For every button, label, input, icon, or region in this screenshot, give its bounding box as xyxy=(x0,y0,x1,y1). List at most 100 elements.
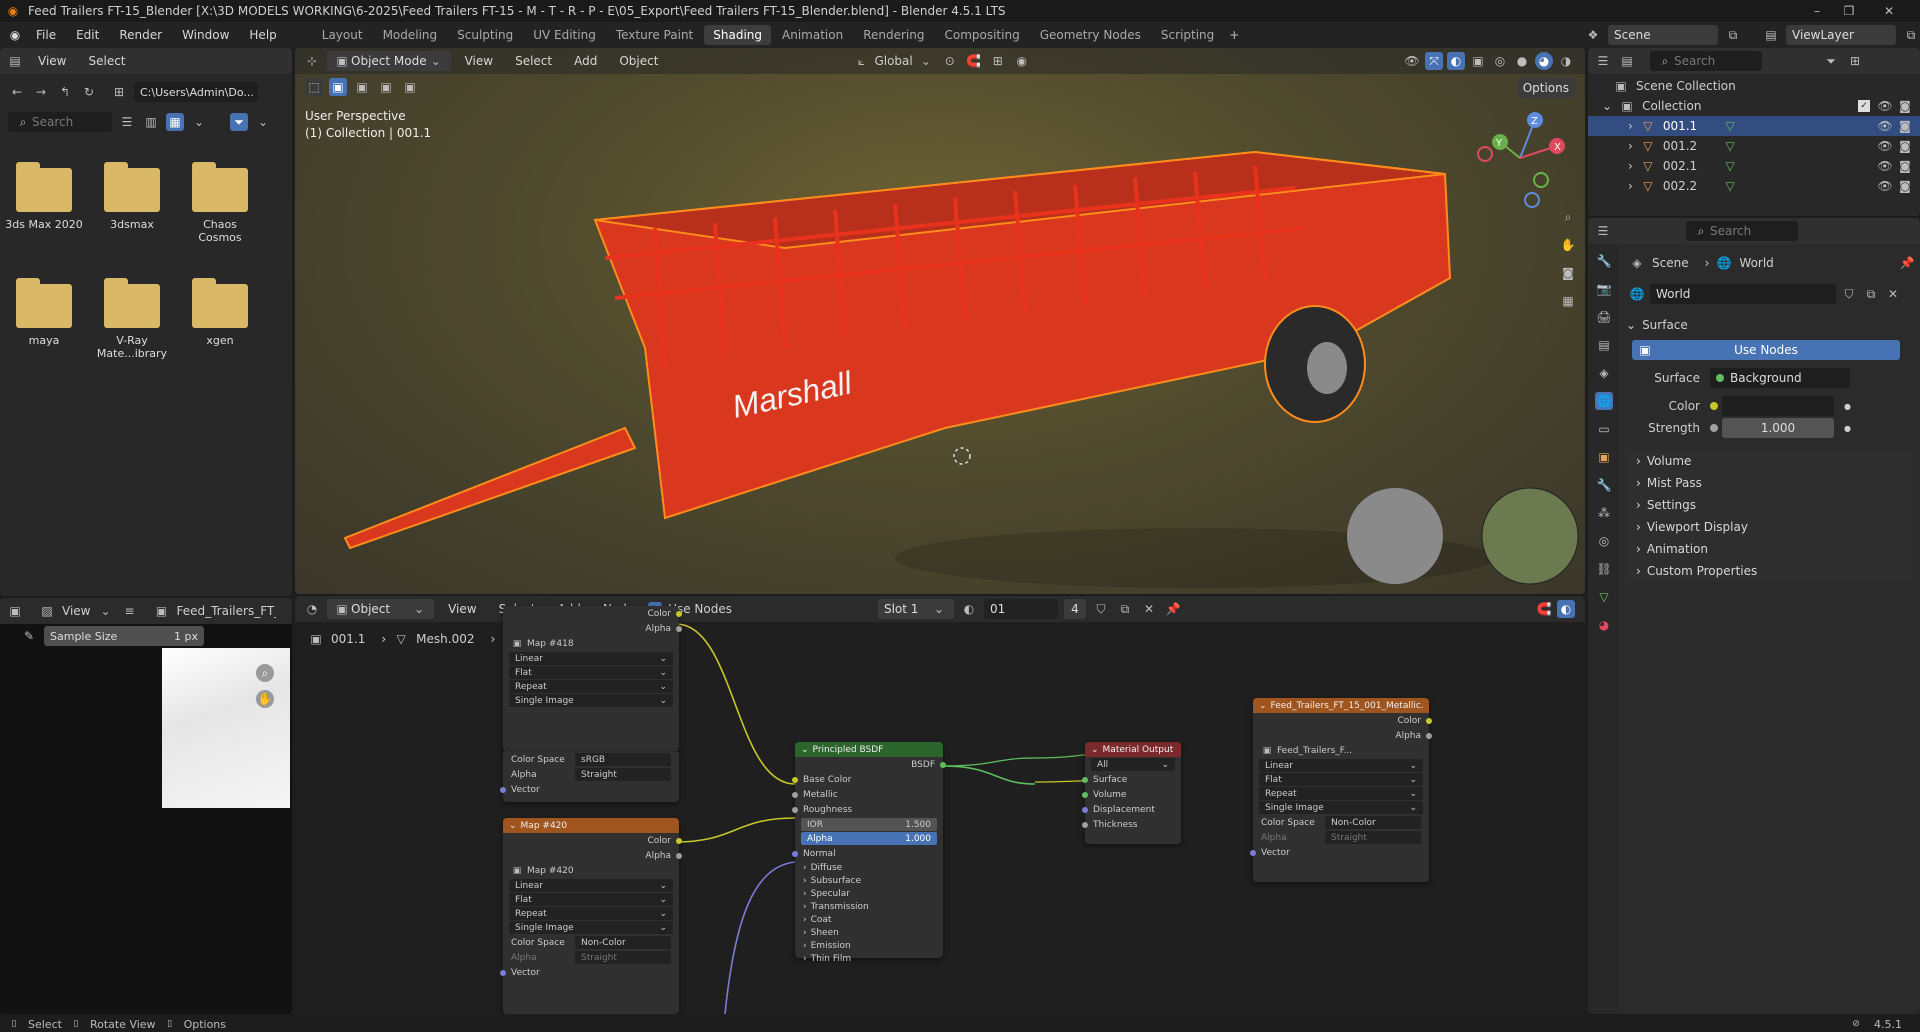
new-viewlayer-icon[interactable]: ⧉ xyxy=(1902,26,1920,44)
section-viewport-display[interactable]: › Viewport Display xyxy=(1626,516,1912,538)
eye-icon[interactable]: 👁 xyxy=(1876,117,1894,135)
list-horizontal-icon[interactable]: ▥ xyxy=(142,113,160,131)
scene-collection-row[interactable]: ▣ Scene Collection xyxy=(1588,76,1920,96)
tab-layout[interactable]: Layout xyxy=(313,25,372,45)
world-tab-icon[interactable]: 🌐 xyxy=(1595,392,1613,410)
panel-emission[interactable]: › Emission xyxy=(795,939,943,952)
fb-search[interactable]: ⌕ Search xyxy=(8,112,112,132)
folder-item[interactable]: 3ds Max 2020 xyxy=(4,162,84,231)
tab-texture-paint[interactable]: Texture Paint xyxy=(607,25,702,45)
breadcrumb-scene[interactable]: Scene xyxy=(1652,256,1689,270)
projection-dropdown[interactable]: Flat ⌄ xyxy=(509,666,673,679)
world-color-swatch[interactable] xyxy=(1722,396,1834,416)
extension-dropdown[interactable]: Repeat ⌄ xyxy=(1259,787,1423,800)
add-workspace-icon[interactable]: + xyxy=(1225,26,1243,44)
folder-item[interactable]: maya xyxy=(4,278,84,347)
menu-help[interactable]: Help xyxy=(241,28,284,42)
gizmo-neg-x-icon[interactable] xyxy=(1477,146,1493,162)
outliner-item[interactable]: › ▽ 002.2 ▽ 👁 ◙ xyxy=(1588,176,1920,196)
surface-section-header[interactable]: ⌄ Surface xyxy=(1626,314,1912,336)
image-browse-icon[interactable]: ▣ xyxy=(152,602,170,620)
node-header[interactable]: ⌄ Map #420 xyxy=(503,818,679,833)
node-header[interactable]: ⌄Feed_Trailers_FT_15_001_Metallic.png xyxy=(1253,698,1429,713)
new-scene-icon[interactable]: ⧉ xyxy=(1724,26,1742,44)
maximize-icon[interactable]: ❐ xyxy=(1840,2,1858,20)
image-texture-node[interactable]: ⌄Feed_Trailers_FT_15_001_Metallic.png Co… xyxy=(1250,698,1432,882)
collection-tab-icon[interactable]: ▭ xyxy=(1595,420,1613,438)
render-tab-icon[interactable]: 📷 xyxy=(1595,280,1613,298)
viewlayer-field[interactable]: ViewLayer xyxy=(1786,25,1896,45)
panel-specular[interactable]: › Specular xyxy=(795,887,943,900)
eye-icon[interactable]: 👁 xyxy=(1876,97,1894,115)
ior-field[interactable]: IOR 1.500 xyxy=(801,818,937,831)
modifier-tab-icon[interactable]: 🔧 xyxy=(1595,476,1613,494)
tab-rendering[interactable]: Rendering xyxy=(854,25,933,45)
keyframe-dot-icon[interactable]: ● xyxy=(1844,424,1851,433)
forward-icon[interactable]: → xyxy=(32,83,50,101)
source-dropdown[interactable]: Single Image ⌄ xyxy=(509,694,673,707)
color-socket-icon[interactable] xyxy=(1710,402,1718,410)
interpolation-dropdown[interactable]: Linear ⌄ xyxy=(1259,759,1423,772)
editor-type-icon[interactable]: ▤ xyxy=(6,52,24,70)
image-name-field[interactable]: Feed_Trailers_FT_1 xyxy=(176,604,276,618)
color-space-row[interactable]: Color Space Non-Color xyxy=(1253,815,1429,830)
alpha-mode-row[interactable]: Alpha Straight xyxy=(503,767,679,782)
panel-diffuse[interactable]: › Diffuse xyxy=(795,861,943,874)
image-selector[interactable]: ▣ Map #420 xyxy=(503,863,679,878)
eyedropper-icon[interactable]: ✎ xyxy=(20,627,38,645)
pan-hand-icon[interactable]: ✋ xyxy=(256,690,274,708)
editor-type-icon[interactable]: ☰ xyxy=(1594,222,1612,240)
tab-uv-editing[interactable]: UV Editing xyxy=(524,25,605,45)
fb-menu-view[interactable]: View xyxy=(30,54,74,68)
camera-icon[interactable]: ◙ xyxy=(1896,117,1914,135)
gizmo-neg-z-icon[interactable] xyxy=(1524,192,1540,208)
eye-icon[interactable]: 👁 xyxy=(1876,137,1894,155)
physics-tab-icon[interactable]: ◎ xyxy=(1595,532,1613,550)
breadcrumb-world[interactable]: World xyxy=(1739,256,1773,270)
menu-render[interactable]: Render xyxy=(111,28,170,42)
node-header[interactable]: ⌄ Material Output xyxy=(1085,742,1181,757)
camera-icon[interactable]: ◙ xyxy=(1896,177,1914,195)
object-tab-icon[interactable]: ▣ xyxy=(1595,448,1613,466)
sample-size-field[interactable]: Sample Size 1 px xyxy=(44,626,204,646)
pin-icon[interactable]: 📌 xyxy=(1898,254,1916,272)
minimize-icon[interactable]: – xyxy=(1808,2,1826,20)
outliner-item[interactable]: › ▽ 001.1 ▽ 👁 ◙ xyxy=(1588,116,1920,136)
collection-row[interactable]: ⌄ ▣ Collection ✓ 👁 ◙ xyxy=(1588,96,1920,116)
new-collection-icon[interactable]: ⊞ xyxy=(1846,52,1864,70)
new-folder-icon[interactable]: ⊞ xyxy=(110,83,128,101)
filter-icon[interactable]: ⏷ xyxy=(230,113,248,131)
editor-type-icon[interactable]: ☰ xyxy=(1594,52,1612,70)
image-texture-node[interactable]: ⌄ Map #420 Color Alpha ▣ Map #420 Linear ⌄… xyxy=(500,818,682,1014)
data-tab-icon[interactable]: ▽ xyxy=(1595,588,1613,606)
fb-menu-select[interactable]: Select xyxy=(80,54,133,68)
projection-dropdown[interactable]: Flat ⌄ xyxy=(509,893,673,906)
view-layer-tab-icon[interactable]: ▤ xyxy=(1595,336,1613,354)
path-field[interactable]: C:\Users\Admin\Do... xyxy=(134,82,258,102)
trailer-model[interactable]: Marshall Z X Y xyxy=(295,48,1585,594)
node-header[interactable]: ⌄ Principled BSDF xyxy=(795,742,943,757)
projection-dropdown[interactable]: Flat ⌄ xyxy=(1259,773,1423,786)
filter-dropdown-icon[interactable]: ⌄ xyxy=(254,113,272,131)
panel-thin-film[interactable]: › Thin Film xyxy=(795,952,943,965)
fake-user-shield-icon[interactable]: ⛉ xyxy=(1840,285,1858,303)
source-dropdown[interactable]: Single Image ⌄ xyxy=(509,921,673,934)
checkbox-checked-icon[interactable]: ✓ xyxy=(1858,100,1870,112)
outliner-search[interactable]: ⌕ Search xyxy=(1650,51,1762,71)
3d-viewport[interactable]: ⊹ ▣ Object Mode ⌄ View Select Add Object… xyxy=(295,48,1585,594)
image-texture-node-settings[interactable]: Color Space sRGB Alpha Straight Vector xyxy=(500,752,679,802)
tab-sculpting[interactable]: Sculpting xyxy=(448,25,522,45)
section-custom-properties[interactable]: › Custom Properties xyxy=(1626,560,1912,582)
shader-node-editor[interactable]: ◔ ▣ Object ⌄ View Select Add Node ✓ Use … xyxy=(295,596,1585,1014)
folder-item[interactable]: 3dsmax xyxy=(92,162,172,231)
alpha-field[interactable]: Alpha 1.000 xyxy=(801,832,937,845)
section-settings[interactable]: › Settings xyxy=(1626,494,1912,516)
interpolation-dropdown[interactable]: Linear ⌄ xyxy=(509,879,673,892)
material-tab-icon[interactable]: ◕ xyxy=(1595,616,1613,634)
gizmo-neg-y-icon[interactable] xyxy=(1533,172,1549,188)
outliner-item[interactable]: › ▽ 002.1 ▽ 👁 ◙ xyxy=(1588,156,1920,176)
eye-icon[interactable]: 👁 xyxy=(1876,177,1894,195)
color-space-row[interactable]: Color Space Non-Color xyxy=(503,935,679,950)
world-name-field[interactable]: World xyxy=(1650,284,1836,304)
camera-icon[interactable]: ◙ xyxy=(1896,157,1914,175)
